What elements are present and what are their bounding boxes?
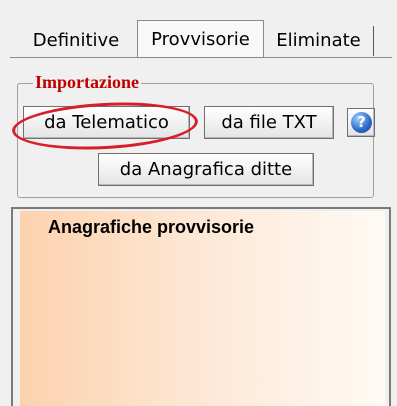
provisional-list-title: Anagrafiche provvisorie bbox=[48, 217, 255, 237]
import-anagrafica-button[interactable]: da Anagrafica ditte bbox=[98, 153, 314, 186]
help-button[interactable]: ? bbox=[347, 108, 375, 137]
tab-provvisorie[interactable]: Provvisorie bbox=[137, 20, 264, 58]
provisional-list[interactable] bbox=[20, 211, 385, 406]
help-icon: ? bbox=[351, 112, 372, 133]
import-group-legend: Importazione bbox=[33, 71, 141, 93]
tab-eliminate[interactable]: Eliminate bbox=[264, 26, 374, 56]
import-telematico-button[interactable]: da Telematico bbox=[23, 106, 190, 139]
tab-definitive[interactable]: Definitive bbox=[20, 26, 132, 56]
import-txt-button[interactable]: da file TXT bbox=[204, 106, 334, 139]
